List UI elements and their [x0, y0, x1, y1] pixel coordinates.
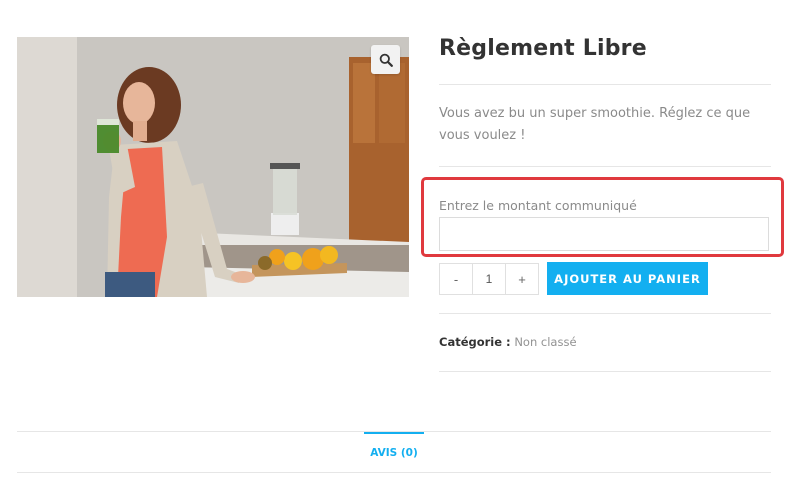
product-image[interactable] — [17, 37, 409, 297]
zoom-button[interactable] — [371, 45, 400, 74]
amount-input[interactable] — [439, 217, 769, 251]
product-meta: Catégorie : Non classé — [439, 335, 577, 349]
category-value[interactable]: Non classé — [514, 335, 576, 349]
add-to-cart-button[interactable]: Ajouter au panier — [547, 262, 708, 295]
quantity-minus-button[interactable]: - — [440, 264, 472, 294]
product-description: Vous avez bu un super smoothie. Réglez c… — [439, 106, 751, 143]
category-key: Catégorie : — [439, 335, 511, 349]
product-title: Règlement Libre — [439, 36, 647, 61]
quantity-plus-button[interactable]: + — [506, 264, 538, 294]
divider — [439, 313, 771, 314]
quantity-stepper: - 1 + — [439, 263, 539, 295]
quantity-value[interactable]: 1 — [472, 264, 506, 294]
divider — [439, 166, 771, 167]
tabs-bottom-border — [17, 472, 771, 473]
divider — [439, 84, 771, 85]
amount-field-label: Entrez le montant communiqué — [439, 198, 637, 213]
divider — [439, 371, 771, 372]
tab-reviews[interactable]: AVIS (0) — [364, 432, 424, 472]
product-photo — [17, 37, 409, 297]
magnifier-icon — [379, 53, 393, 67]
